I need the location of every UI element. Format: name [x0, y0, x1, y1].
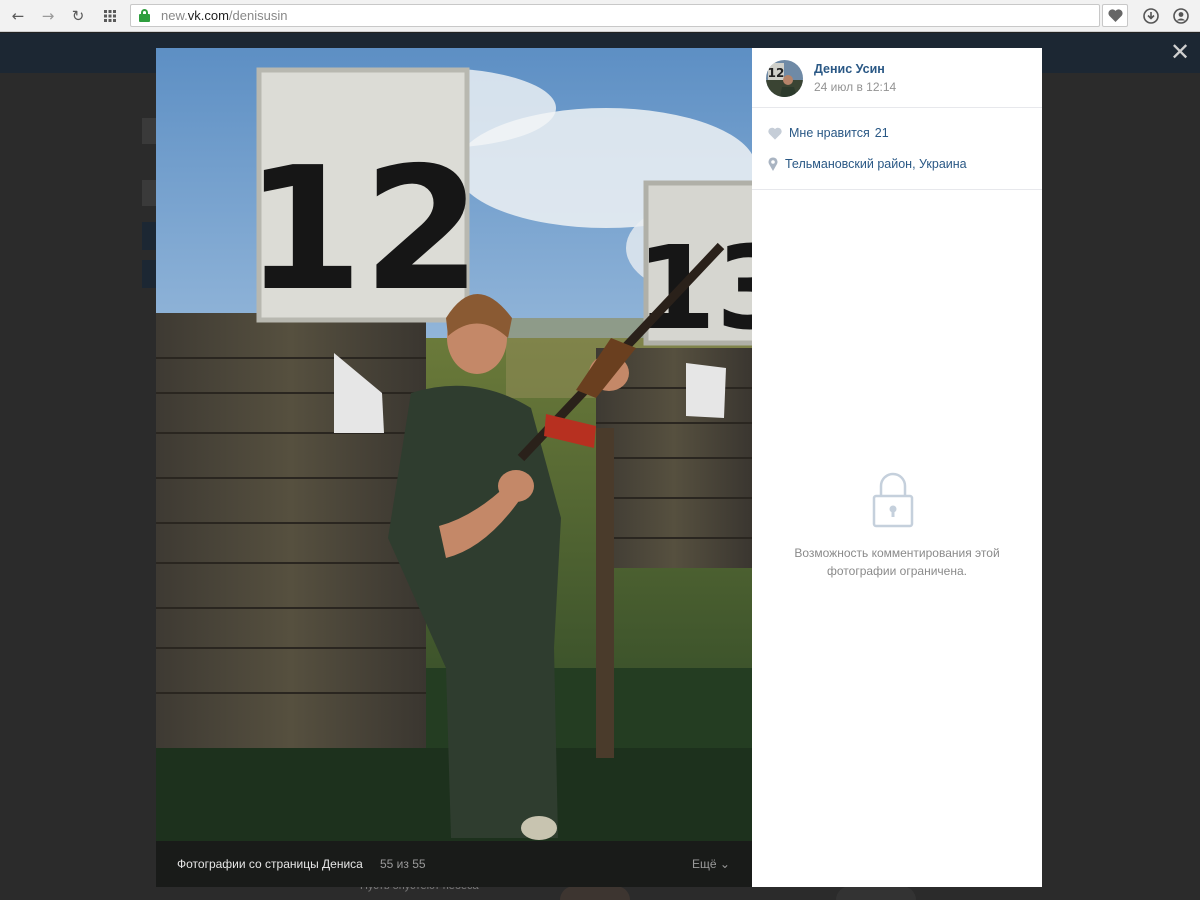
location-link[interactable]: Тельмановский район, Украина [768, 157, 967, 171]
browser-toolbar: ← → ↻ new.vk.com/denisusin [0, 0, 1200, 32]
background-input [142, 180, 156, 206]
back-icon[interactable]: ← [8, 6, 28, 26]
background-button [142, 222, 156, 250]
svg-text:13: 13 [636, 222, 752, 356]
author-avatar[interactable]: 12 [766, 60, 803, 97]
photo-image: 12 13 [156, 48, 752, 887]
photo-viewer: 12 13 Фот [156, 48, 1042, 887]
background-avatar [836, 886, 916, 900]
bookmark-heart-icon[interactable] [1102, 4, 1128, 27]
forward-icon[interactable]: → [38, 6, 58, 26]
comments-restricted-notice: Возможность комментирования этой фотогра… [794, 546, 1000, 578]
account-icon[interactable] [1168, 4, 1194, 27]
reload-icon[interactable]: ↻ [68, 6, 88, 26]
target-sign-12: 12 [245, 67, 482, 329]
photo[interactable]: 12 13 Фот [156, 48, 752, 887]
author-name-link[interactable]: Денис Усин [814, 62, 885, 76]
url-text: new.vk.com/denisusin [161, 8, 288, 23]
like-button[interactable]: Мне нравится 21 [768, 126, 889, 140]
apps-grid-icon[interactable] [100, 6, 120, 26]
photo-sidebar: 12 Денис Усин 24 июл в 12:14 Мне нравитс… [752, 48, 1042, 887]
location-text: Тельмановский район, Украина [785, 157, 967, 171]
photo-footer: Фотографии со страницы Дениса 55 из 55 Е… [156, 841, 752, 887]
photo-meta: Мне нравится 21 Тельмановский район, Укр… [752, 108, 1042, 190]
location-pin-icon [768, 157, 778, 171]
secure-lock-icon [139, 9, 150, 22]
close-viewer-button[interactable]: ✕ [1168, 40, 1192, 64]
more-menu-button[interactable]: Ещё ⌄ [692, 857, 730, 871]
like-count: 21 [874, 126, 889, 140]
background-input [142, 118, 156, 144]
lock-icon [872, 472, 914, 528]
address-bar[interactable]: new.vk.com/denisusin [130, 4, 1100, 27]
author-block: 12 Денис Усин 24 июл в 12:14 [752, 48, 1042, 108]
svg-text:12: 12 [245, 131, 482, 329]
like-label: Мне нравится [789, 126, 870, 140]
photo-counter: 55 из 55 [380, 857, 426, 871]
svg-text:12: 12 [768, 66, 785, 80]
post-date[interactable]: 24 июл в 12:14 [814, 80, 896, 94]
heart-icon [768, 127, 782, 140]
background-button [142, 260, 156, 288]
album-title-link[interactable]: Фотографии со страницы Дениса [177, 857, 363, 871]
background-avatar [560, 886, 630, 900]
download-icon[interactable] [1138, 4, 1164, 27]
